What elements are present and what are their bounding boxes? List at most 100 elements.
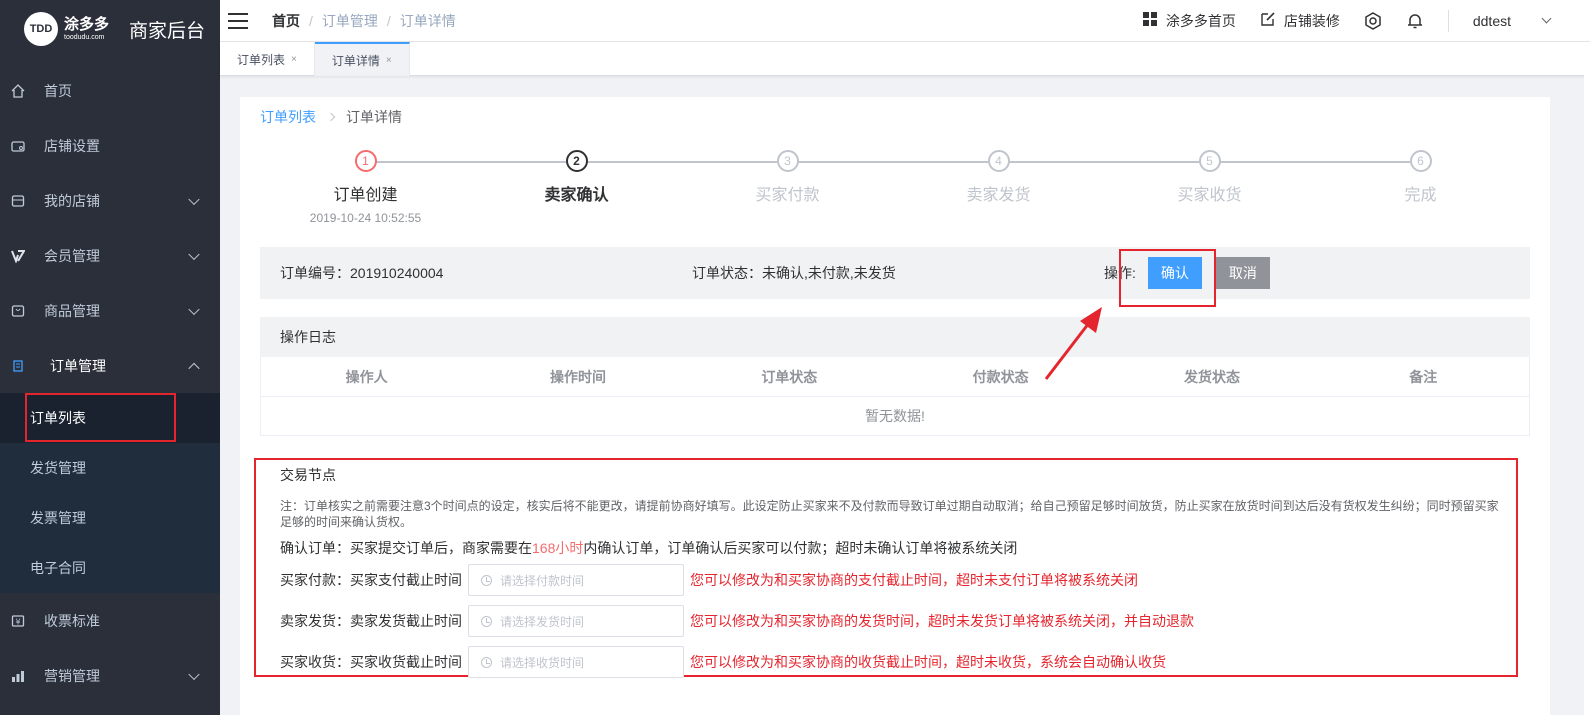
empty-text: 暂无数据! <box>865 408 925 424</box>
sidebar-menu: 首页 店铺设置 我的店铺 会员管理 商品管理 订单管理 订单列表 发货管理 发票… <box>0 63 220 703</box>
step-desc: 2019-10-24 10:52:55 <box>309 211 422 225</box>
order-detail-card: 订单列表 订单详情 1 订单创建 2019-10-24 10:52:55 2 卖… <box>240 97 1550 715</box>
breadcrumb-home[interactable]: 首页 <box>272 11 300 31</box>
step-order-created: 1 订单创建 2019-10-24 10:52:55 <box>260 147 566 247</box>
step-number: 4 <box>987 150 1010 172</box>
sidebar-item-label: 会员管理 <box>44 247 100 264</box>
app-title: 商家后台 <box>129 20 206 42</box>
close-icon[interactable]: × <box>386 55 392 66</box>
ship-deadline-placeholder: 请选择发货时间 <box>500 614 585 629</box>
order-number-label: 订单编号： <box>280 265 350 281</box>
pay-deadline-label: 买家付款：买家支付截止时间 <box>280 572 462 588</box>
cancel-button[interactable]: 取消 <box>1215 257 1270 289</box>
store-icon <box>10 194 26 208</box>
order-status: 订单状态：未确认,未付款,未发货 <box>692 263 1104 283</box>
logo-brand: 涂多多 <box>64 16 110 33</box>
divider <box>1447 9 1449 32</box>
step-number: 3 <box>776 150 799 172</box>
step-number: 1 <box>354 150 377 172</box>
breadcrumb-current: 订单详情 <box>346 109 402 125</box>
chevron-down-icon <box>1541 13 1552 24</box>
sidebar-item-orders[interactable]: 订单管理 <box>0 338 220 393</box>
sidebar-item-members[interactable]: 会员管理 <box>0 228 220 283</box>
site-home-label: 涂多多首页 <box>1165 12 1236 29</box>
column-op-time: 操作时间 <box>549 368 606 385</box>
chevron-down-icon <box>188 303 200 315</box>
sidebar-item-invoice-standard[interactable]: ¥ 收票标准 <box>0 593 220 648</box>
user-menu[interactable]: ddtest <box>1473 13 1552 29</box>
step-title: 买家付款 <box>755 187 820 204</box>
logo[interactable]: TDD 涂多多 toodudu.com 商家后台 <box>0 0 220 58</box>
step-title: 完成 <box>1404 187 1437 204</box>
breadcrumb-order-list[interactable]: 订单列表 <box>260 107 316 127</box>
breadcrumb-separator: / <box>309 12 313 29</box>
sidebar: TDD 涂多多 toodudu.com 商家后台 首页 店铺设置 我的店铺 会员… <box>0 0 220 715</box>
home-icon <box>10 83 26 98</box>
svg-text:¥: ¥ <box>15 617 20 626</box>
tab-label: 订单列表 <box>237 52 286 67</box>
grid-icon <box>1142 11 1158 30</box>
clock-icon <box>481 656 492 668</box>
edit-icon <box>1260 11 1276 30</box>
confirm-rule: 确认订单：买家提交订单后，商家需要在168小时内确认订单，订单确认后买家可以付款… <box>280 538 1516 558</box>
column-ship-status: 发货状态 <box>1183 368 1240 385</box>
order-icon <box>10 359 26 373</box>
step-title: 卖家确认 <box>544 187 609 204</box>
store-settings-icon <box>10 139 26 153</box>
receive-deadline-picker[interactable]: 请选择收货时间 <box>468 646 684 678</box>
receive-deadline-hint: 您可以修改为和买家协商的收货截止时间，超时未收货，系统会自动确认收货 <box>690 654 1166 670</box>
order-status-label: 订单状态： <box>692 265 762 281</box>
store-decorate-link[interactable]: 店铺装修 <box>1260 11 1340 31</box>
receive-deadline-row: 买家收货：买家收货截止时间 请选择收货时间 您可以修改为和买家协商的收货截止时间… <box>280 646 1516 678</box>
pay-deadline-placeholder: 请选择付款时间 <box>500 573 585 588</box>
step-number: 2 <box>565 150 588 172</box>
clock-icon <box>481 574 492 586</box>
site-home-link[interactable]: 涂多多首页 <box>1142 11 1236 31</box>
step-title: 订单创建 <box>333 187 398 204</box>
column-remark: 备注 <box>1409 368 1438 385</box>
sidebar-item-store-settings[interactable]: 店铺设置 <box>0 118 220 173</box>
tab-order-detail[interactable]: 订单详情 × <box>314 42 410 76</box>
close-icon[interactable]: × <box>291 54 297 65</box>
sidebar-item-home[interactable]: 首页 <box>0 63 220 118</box>
confirm-button[interactable]: 确认 <box>1147 257 1202 289</box>
column-order-status: 订单状态 <box>761 368 818 385</box>
breadcrumb-orders[interactable]: 订单管理 <box>322 11 378 31</box>
trade-nodes-note: 注：订单核实之前需要注意3个时间点的设定，核实后将不能更改，请提前协商好填写。此… <box>280 499 1499 529</box>
order-status-value: 未确认,未付款,未发货 <box>762 265 896 281</box>
sidebar-subitem-contract[interactable]: 电子合同 <box>0 543 220 593</box>
product-icon <box>10 304 26 318</box>
ship-deadline-hint: 您可以修改为和买家协商的发货时间，超时未发货订单将被系统关闭，并自动退款 <box>690 613 1194 629</box>
logo-text: 涂多多 toodudu.com <box>64 17 109 41</box>
sidebar-item-label: 订单管理 <box>50 357 106 374</box>
table-header: 操作人 操作时间 订单状态 付款状态 发货状态 备注 <box>261 357 1529 397</box>
sidebar-item-label: 营销管理 <box>44 667 100 684</box>
trade-nodes-section: 交易节点 注：订单核实之前需要注意3个时间点的设定，核实后将不能更改，请提前协商… <box>254 458 1518 678</box>
chevron-down-icon <box>188 668 200 680</box>
order-number-value: 201910240004 <box>350 265 444 281</box>
ship-deadline-picker[interactable]: 请选择发货时间 <box>468 605 684 637</box>
sidebar-subitem-label: 发票管理 <box>30 510 86 526</box>
sidebar-item-my-store[interactable]: 我的店铺 <box>0 173 220 228</box>
scrollbar[interactable] <box>1584 42 1590 715</box>
sidebar-subitem-order-list[interactable]: 订单列表 <box>0 393 220 443</box>
clock-icon <box>481 615 492 627</box>
step-buyer-pay: 3 买家付款 <box>682 147 988 247</box>
receive-deadline-label: 买家收货：买家收货截止时间 <box>280 654 462 670</box>
trade-nodes-title: 交易节点 <box>280 467 336 483</box>
sidebar-item-label: 商品管理 <box>44 302 100 319</box>
bell-icon[interactable] <box>1406 12 1424 30</box>
sidebar-subitem-invoice[interactable]: 发票管理 <box>0 493 220 543</box>
sidebar-item-marketing[interactable]: 营销管理 <box>0 648 220 703</box>
hamburger-icon[interactable] <box>228 12 248 29</box>
confirm-hours: 168小时 <box>532 540 584 556</box>
logo-domain: toodudu.com <box>64 34 105 41</box>
tab-order-list[interactable]: 订单列表 × <box>220 42 315 76</box>
sidebar-subitem-shipping[interactable]: 发货管理 <box>0 443 220 493</box>
sidebar-item-products[interactable]: 商品管理 <box>0 283 220 338</box>
top-navbar: 首页 / 订单管理 / 订单详情 涂多多首页 店铺装修 ddtest <box>220 0 1590 42</box>
pay-deadline-picker[interactable]: 请选择付款时间 <box>468 564 684 596</box>
settings-icon[interactable] <box>1364 11 1382 30</box>
step-complete: 6 完成 <box>1315 147 1526 247</box>
tab-label: 订单详情 <box>331 53 380 68</box>
